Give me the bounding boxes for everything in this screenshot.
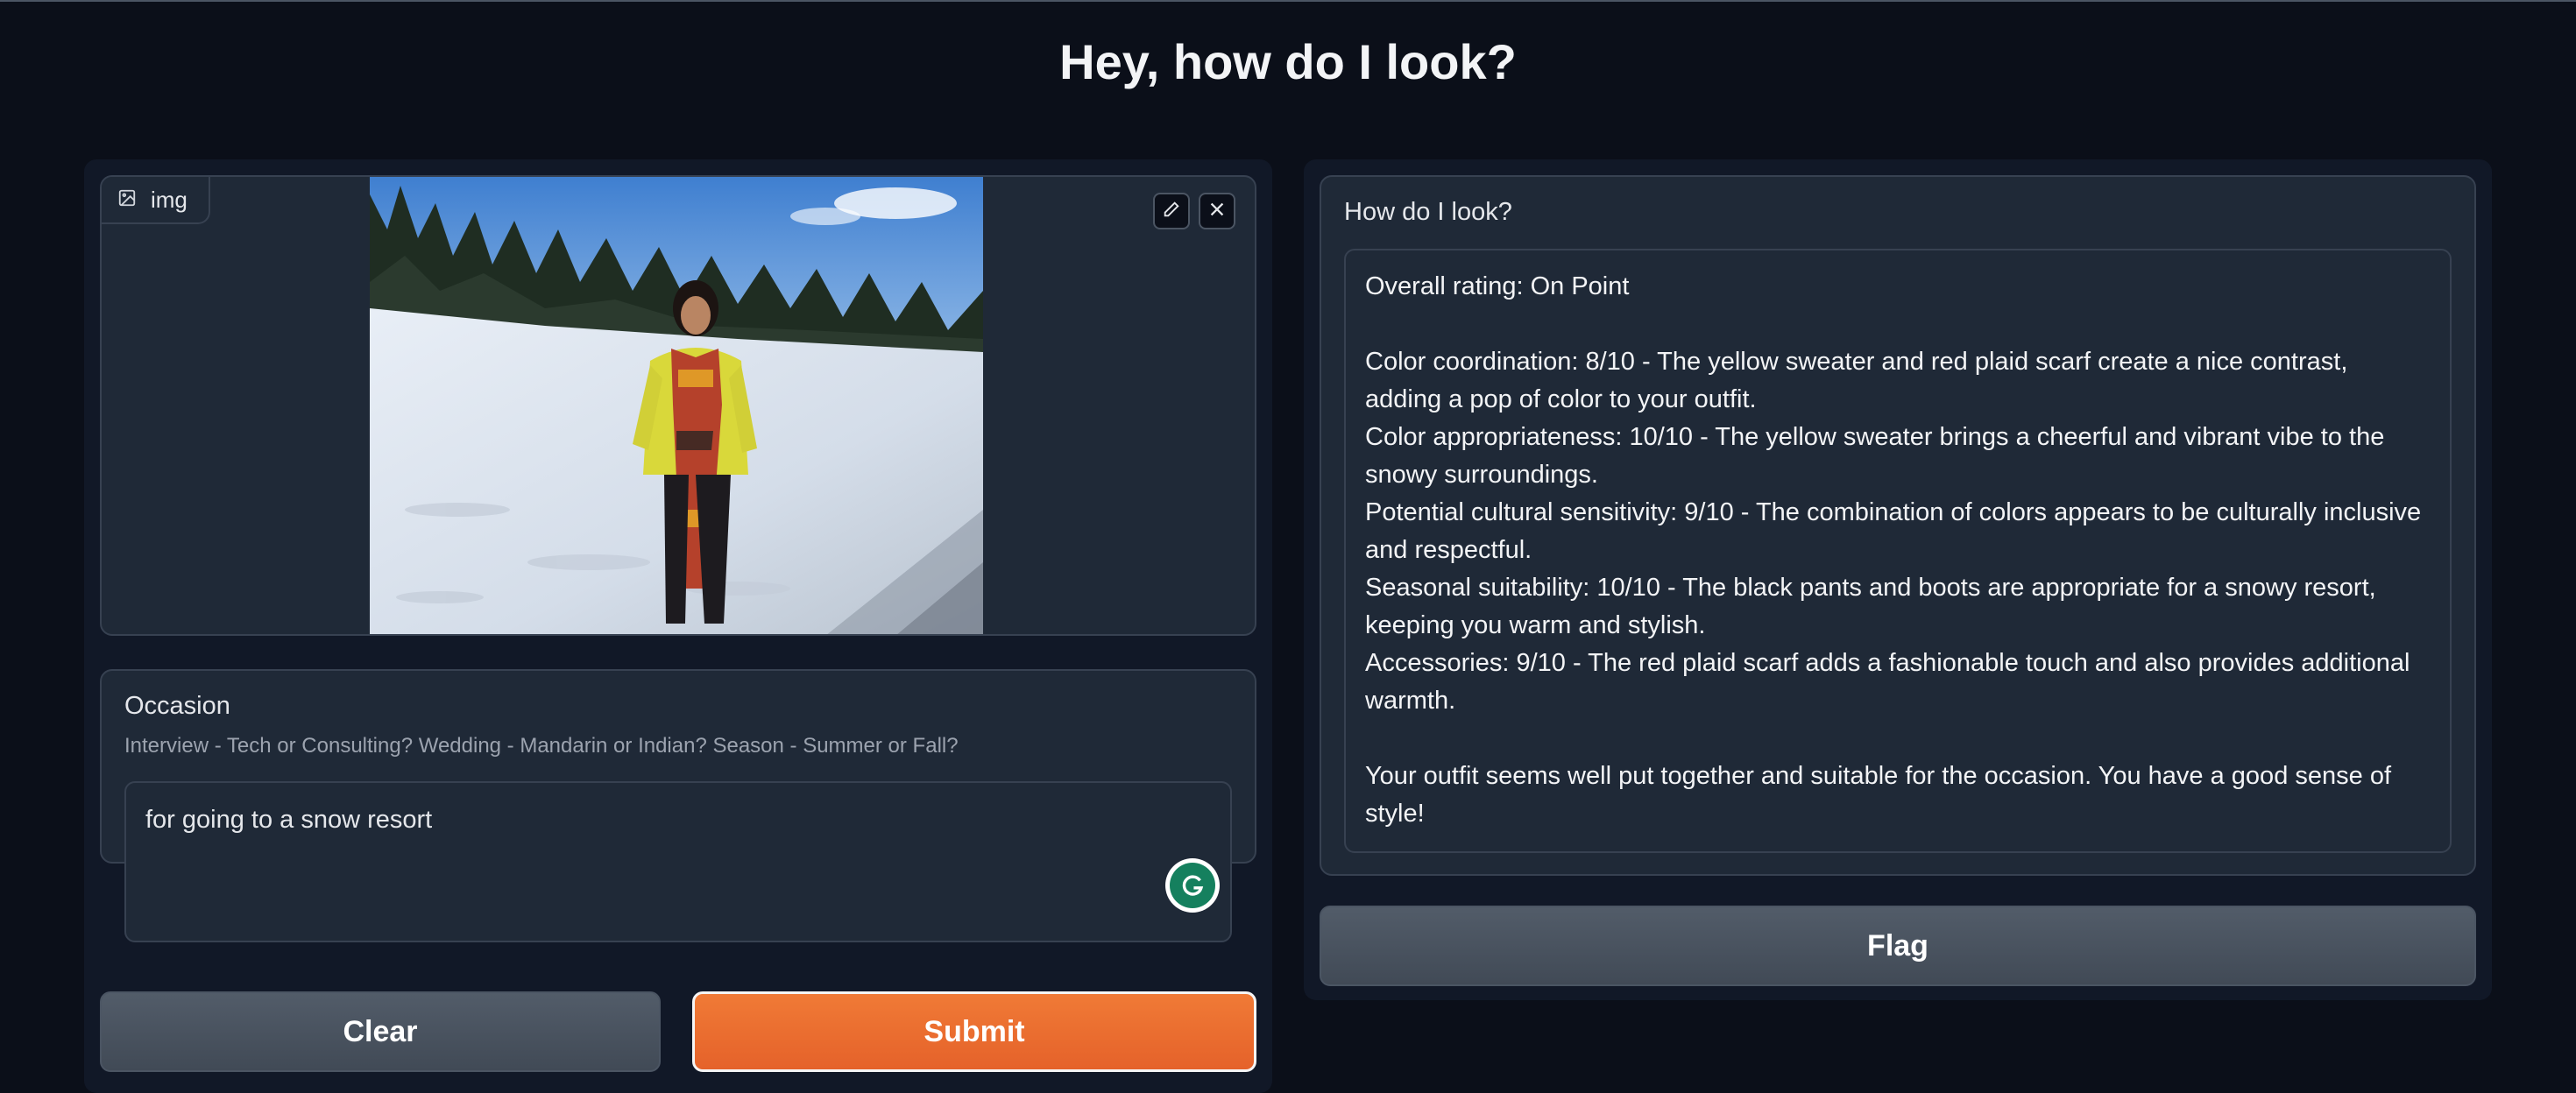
output-line: Potential cultural sensitivity: 9/10 - T… (1365, 498, 2422, 564)
occasion-input[interactable]: for going to a snow resort (124, 781, 1232, 942)
output-line: Color appropriateness: 10/10 - The yello… (1365, 423, 2385, 489)
occasion-panel: Occasion Interview - Tech or Consulting?… (100, 669, 1256, 942)
output-line: Your outfit seems well put together and … (1365, 762, 2392, 828)
remove-image-button[interactable] (1199, 193, 1235, 229)
output-label: How do I look? (1344, 198, 1512, 226)
edit-image-button[interactable] (1153, 193, 1190, 229)
top-border (0, 0, 2576, 2)
output-textbox[interactable]: Overall rating: On Point Color coordinat… (1344, 249, 2452, 853)
grammarly-button[interactable] (1165, 858, 1220, 913)
flag-button[interactable]: Flag (1320, 906, 2476, 986)
output-line: Accessories: 9/10 - The red plaid scarf … (1365, 649, 2410, 715)
output-column: How do I look? Overall rating: On Point … (1304, 159, 2492, 1000)
output-line: Color coordination: 8/10 - The yellow sw… (1365, 348, 2348, 413)
submit-button[interactable]: Submit (692, 991, 1256, 1072)
occasion-label: Occasion (124, 692, 230, 720)
output-line: Overall rating: On Point (1365, 272, 1630, 300)
close-icon (1207, 200, 1227, 223)
input-column: img Occasion Interview - Tech or Consult… (84, 159, 1272, 1093)
image-upload[interactable]: img (100, 175, 1256, 636)
occasion-info: Interview - Tech or Consulting? Wedding … (124, 734, 959, 758)
grammarly-icon (1170, 863, 1215, 908)
output-blank-line (1365, 306, 2431, 343)
image-label: img (102, 177, 210, 224)
clear-button[interactable]: Clear (100, 991, 661, 1072)
image-icon (117, 187, 137, 214)
uploaded-photo (370, 177, 983, 634)
pencil-icon (1162, 200, 1181, 223)
page-title: Hey, how do I look? (1059, 34, 1517, 89)
output-blank-line (1365, 720, 2431, 758)
image-label-text: img (151, 186, 188, 213)
output-line: Seasonal suitability: 10/10 - The black … (1365, 574, 2376, 639)
output-panel: How do I look? Overall rating: On Point … (1320, 175, 2476, 876)
